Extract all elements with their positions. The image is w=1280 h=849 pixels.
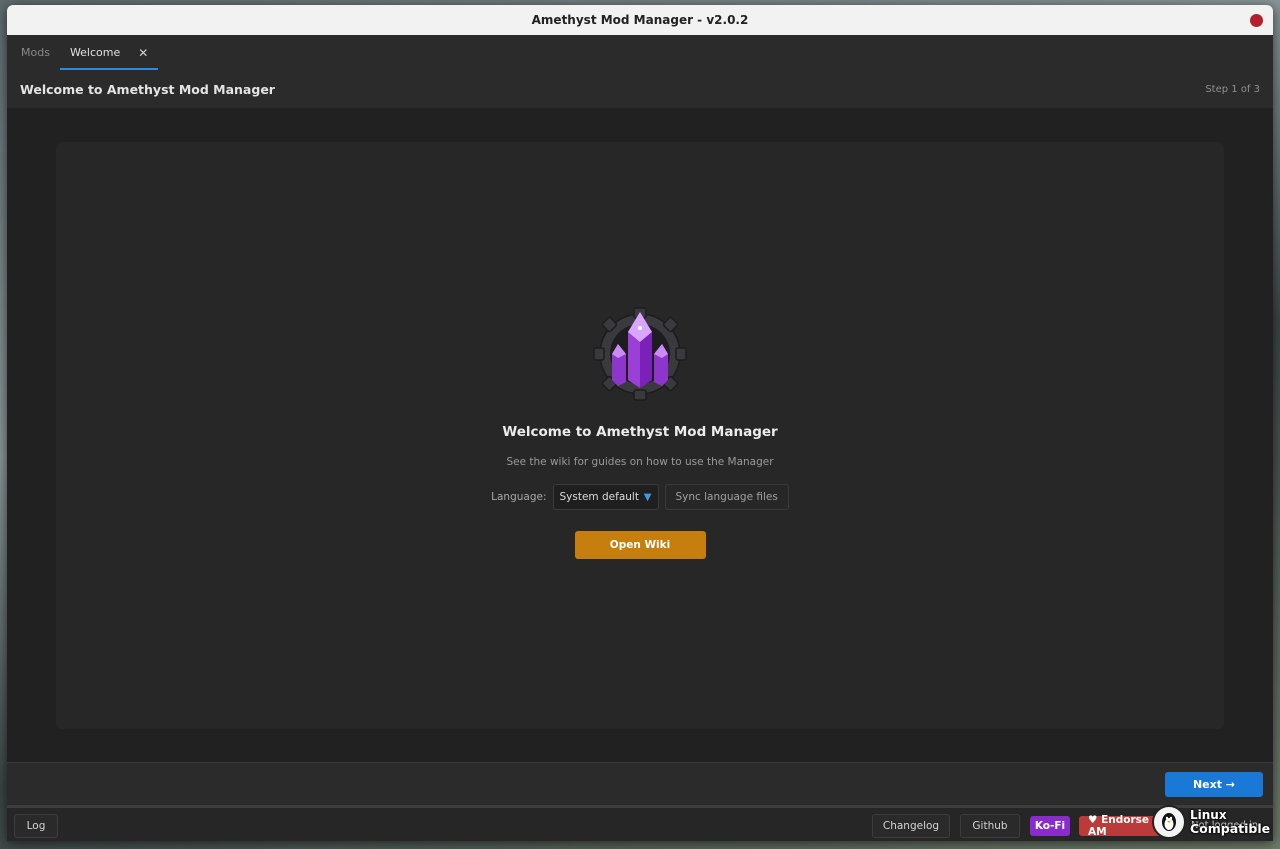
changelog-button[interactable]: Changelog [872,814,950,838]
app-window: Amethyst Mod Manager - v2.0.2 Mods Welco… [7,5,1273,841]
tux-logo-icon [1152,805,1186,839]
open-wiki-button[interactable]: Open Wiki [574,531,706,559]
tab-mods[interactable]: Mods [11,35,60,70]
chevron-down-icon: ▼ [643,491,652,503]
language-select[interactable]: System default ▼ [552,484,659,510]
page-title: Welcome to Amethyst Mod Manager [20,81,275,97]
welcome-title: Welcome to Amethyst Mod Manager [502,424,778,440]
language-select-value: System default [559,491,639,503]
window-close-button[interactable] [1250,14,1263,27]
welcome-hero: Welcome to Amethyst Mod Manager See the … [56,302,1224,559]
step-indicator: Step 1 of 3 [1205,83,1260,95]
wizard-footer: Next → [7,762,1273,804]
status-bar: Log Changelog Github Ko-Fi ♥ Endorse AM … [7,805,1273,841]
linux-compatible-badge: Linux Compatible [1152,805,1270,839]
tab-welcome[interactable]: Welcome ✕ [59,35,159,70]
window-title: Amethyst Mod Manager - v2.0.2 [531,13,749,27]
endorse-button[interactable]: ♥ Endorse AM [1079,814,1161,838]
kofi-button[interactable]: Ko-Fi [1030,816,1070,836]
welcome-card: Welcome to Amethyst Mod Manager See the … [56,142,1224,729]
page-header: Welcome to Amethyst Mod Manager Step 1 o… [7,70,1273,108]
language-label: Language: [491,491,547,503]
tab-mods-label: Mods [21,46,50,59]
welcome-subtitle: See the wiki for guides on how to use th… [506,456,774,468]
github-button[interactable]: Github [960,814,1020,838]
language-row: Language: System default ▼ Sync language… [491,484,789,510]
log-button[interactable]: Log [14,814,58,838]
main-content: Welcome to Amethyst Mod Manager See the … [7,108,1273,762]
next-button[interactable]: Next → [1165,772,1263,797]
tab-welcome-label: Welcome [69,46,121,59]
sync-language-button[interactable]: Sync language files [664,484,789,510]
badge-line2: Compatible [1190,821,1271,836]
close-icon[interactable]: ✕ [138,46,148,60]
tab-bar: Mods Welcome ✕ [7,35,1273,70]
title-bar: Amethyst Mod Manager - v2.0.2 [7,5,1273,35]
amethyst-crystal-gear-icon [593,307,687,401]
badge-line1: Linux [1190,808,1227,822]
